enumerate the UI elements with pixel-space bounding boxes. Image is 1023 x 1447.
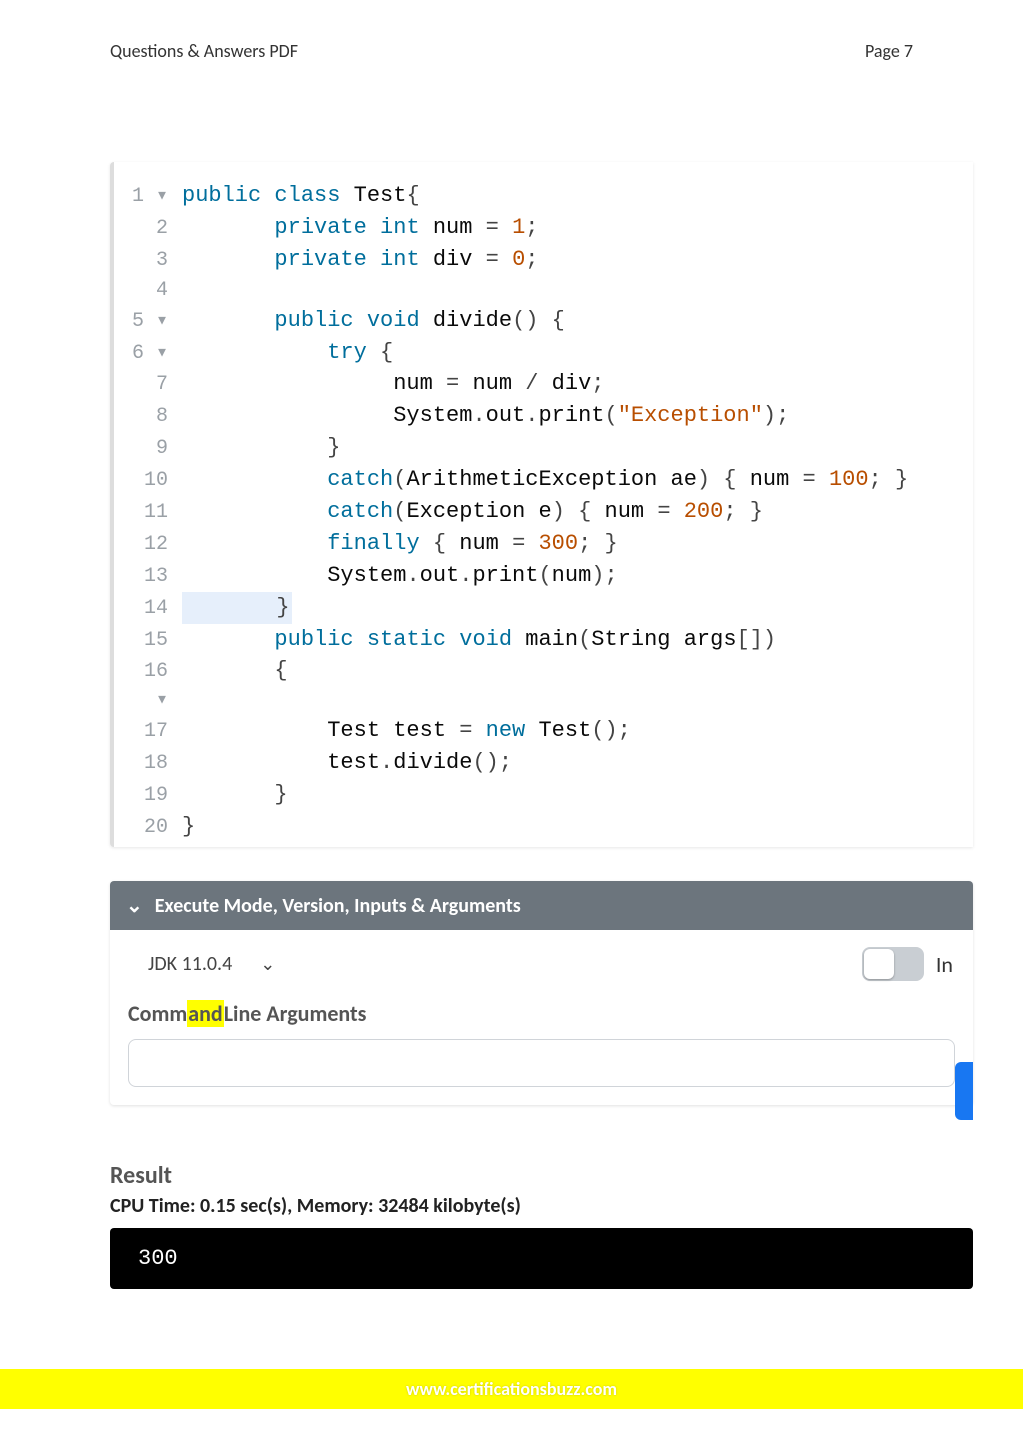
code-line: 9 } <box>126 432 961 464</box>
code-text: try { <box>182 337 393 369</box>
line-number: 16 ▾ <box>126 657 182 715</box>
header-left: Questions & Answers PDF <box>110 40 298 62</box>
code-text: private int num = 1; <box>182 212 538 244</box>
line-number: 20 <box>126 813 182 842</box>
code-text: System.out.print(num); <box>182 560 618 592</box>
console-output: 300 <box>110 1228 973 1289</box>
page-footer: www.certificationsbuzz.com <box>0 1369 1023 1409</box>
code-line: 18 test.divide(); <box>126 747 961 779</box>
page-header: Questions & Answers PDF Page 7 <box>0 0 1023 62</box>
code-line: 4 <box>126 276 961 305</box>
settings-header[interactable]: ⌄ Execute Mode, Version, Inputs & Argume… <box>110 881 973 930</box>
line-number: 17 <box>126 717 182 746</box>
line-number: 2 <box>126 214 182 243</box>
code-line: 3 private int div = 0; <box>126 244 961 276</box>
toggle-label: In <box>936 951 953 978</box>
cpu-time-line: CPU Time: 0.15 sec(s), Memory: 32484 kil… <box>110 1194 973 1218</box>
code-line: 15 public static void main(String args[]… <box>126 624 961 656</box>
code-text: private int div = 0; <box>182 244 538 276</box>
code-line: 17 Test test = new Test(); <box>126 715 961 747</box>
line-number: 3 <box>126 246 182 275</box>
code-line: 11 catch(Exception e) { num = 200; } <box>126 496 961 528</box>
result-area: Result CPU Time: 0.15 sec(s), Memory: 32… <box>110 1161 973 1289</box>
code-line: 16 ▾ { <box>126 655 961 715</box>
code-line: 20} <box>126 811 961 843</box>
line-number: 13 <box>126 562 182 591</box>
toggle-knob <box>864 949 894 979</box>
jdk-select-value: JDK 11.0.4 <box>148 952 232 976</box>
line-number: 8 <box>126 402 182 431</box>
result-title: Result <box>110 1161 973 1190</box>
line-number: 12 <box>126 530 182 559</box>
line-number: 6 ▾ <box>126 339 182 368</box>
code-line: 1 ▾public class Test{ <box>126 180 961 212</box>
cmd-suffix: Line Arguments <box>224 1000 367 1027</box>
chevron-down-icon: ⌄ <box>260 953 275 975</box>
code-text: public static void main(String args[]) <box>182 624 776 656</box>
code-text: public class Test{ <box>182 180 420 212</box>
code-text: } <box>182 592 292 624</box>
console-text: 300 <box>138 1246 178 1271</box>
content-area: 1 ▾public class Test{2 private int num =… <box>0 62 1023 1289</box>
code-text: catch(ArithmeticException ae) { num = 10… <box>182 464 908 496</box>
footer-url: www.certificationsbuzz.com <box>406 1378 617 1400</box>
line-number: 11 <box>126 498 182 527</box>
code-text: } <box>182 432 340 464</box>
code-text: test.divide(); <box>182 747 512 779</box>
line-number: 14 <box>126 594 182 623</box>
code-line: 5 ▾ public void divide() { <box>126 305 961 337</box>
line-number: 18 <box>126 749 182 778</box>
interactive-toggle-wrap: In <box>862 947 953 981</box>
code-line: 7 num = num / div; <box>126 368 961 400</box>
line-number: 5 ▾ <box>126 307 182 336</box>
code-text: finally { num = 300; } <box>182 528 618 560</box>
line-number: 19 <box>126 781 182 810</box>
jdk-select[interactable]: JDK 11.0.4 ⌄ <box>138 946 285 982</box>
line-number: 9 <box>126 434 182 463</box>
code-text: } <box>182 811 195 843</box>
code-line: 14 } <box>126 592 961 624</box>
header-right: Page 7 <box>865 40 913 62</box>
commandline-label: CommandLine Arguments <box>110 990 973 1035</box>
code-text: } <box>182 779 288 811</box>
controls-row: JDK 11.0.4 ⌄ In <box>110 930 973 990</box>
code-line: 8 System.out.print("Exception"); <box>126 400 961 432</box>
code-text: { <box>182 655 288 687</box>
blue-edge-decor <box>955 1062 973 1120</box>
execute-settings-panel: ⌄ Execute Mode, Version, Inputs & Argume… <box>110 881 973 1105</box>
line-number: 7 <box>126 370 182 399</box>
line-number: 15 <box>126 626 182 655</box>
settings-title: Execute Mode, Version, Inputs & Argument… <box>155 894 521 918</box>
code-line: 19 } <box>126 779 961 811</box>
commandline-input[interactable] <box>128 1039 955 1087</box>
cmd-prefix: Comm <box>128 1000 187 1027</box>
code-line: 13 System.out.print(num); <box>126 560 961 592</box>
code-text: catch(Exception e) { num = 200; } <box>182 496 763 528</box>
code-line: 12 finally { num = 300; } <box>126 528 961 560</box>
code-line: 10 catch(ArithmeticException ae) { num =… <box>126 464 961 496</box>
code-text: Test test = new Test(); <box>182 715 631 747</box>
line-number: 1 ▾ <box>126 182 182 211</box>
code-text: num = num / div; <box>182 368 604 400</box>
code-text: public void divide() { <box>182 305 565 337</box>
cmd-highlight: and <box>187 1000 223 1027</box>
code-line: 6 ▾ try { <box>126 337 961 369</box>
code-text: System.out.print("Exception"); <box>182 400 789 432</box>
code-editor[interactable]: 1 ▾public class Test{2 private int num =… <box>110 162 973 847</box>
interactive-toggle[interactable] <box>862 947 924 981</box>
chevron-down-icon: ⌄ <box>126 893 143 918</box>
code-line: 2 private int num = 1; <box>126 212 961 244</box>
line-number: 10 <box>126 466 182 495</box>
line-number: 4 <box>126 276 182 305</box>
